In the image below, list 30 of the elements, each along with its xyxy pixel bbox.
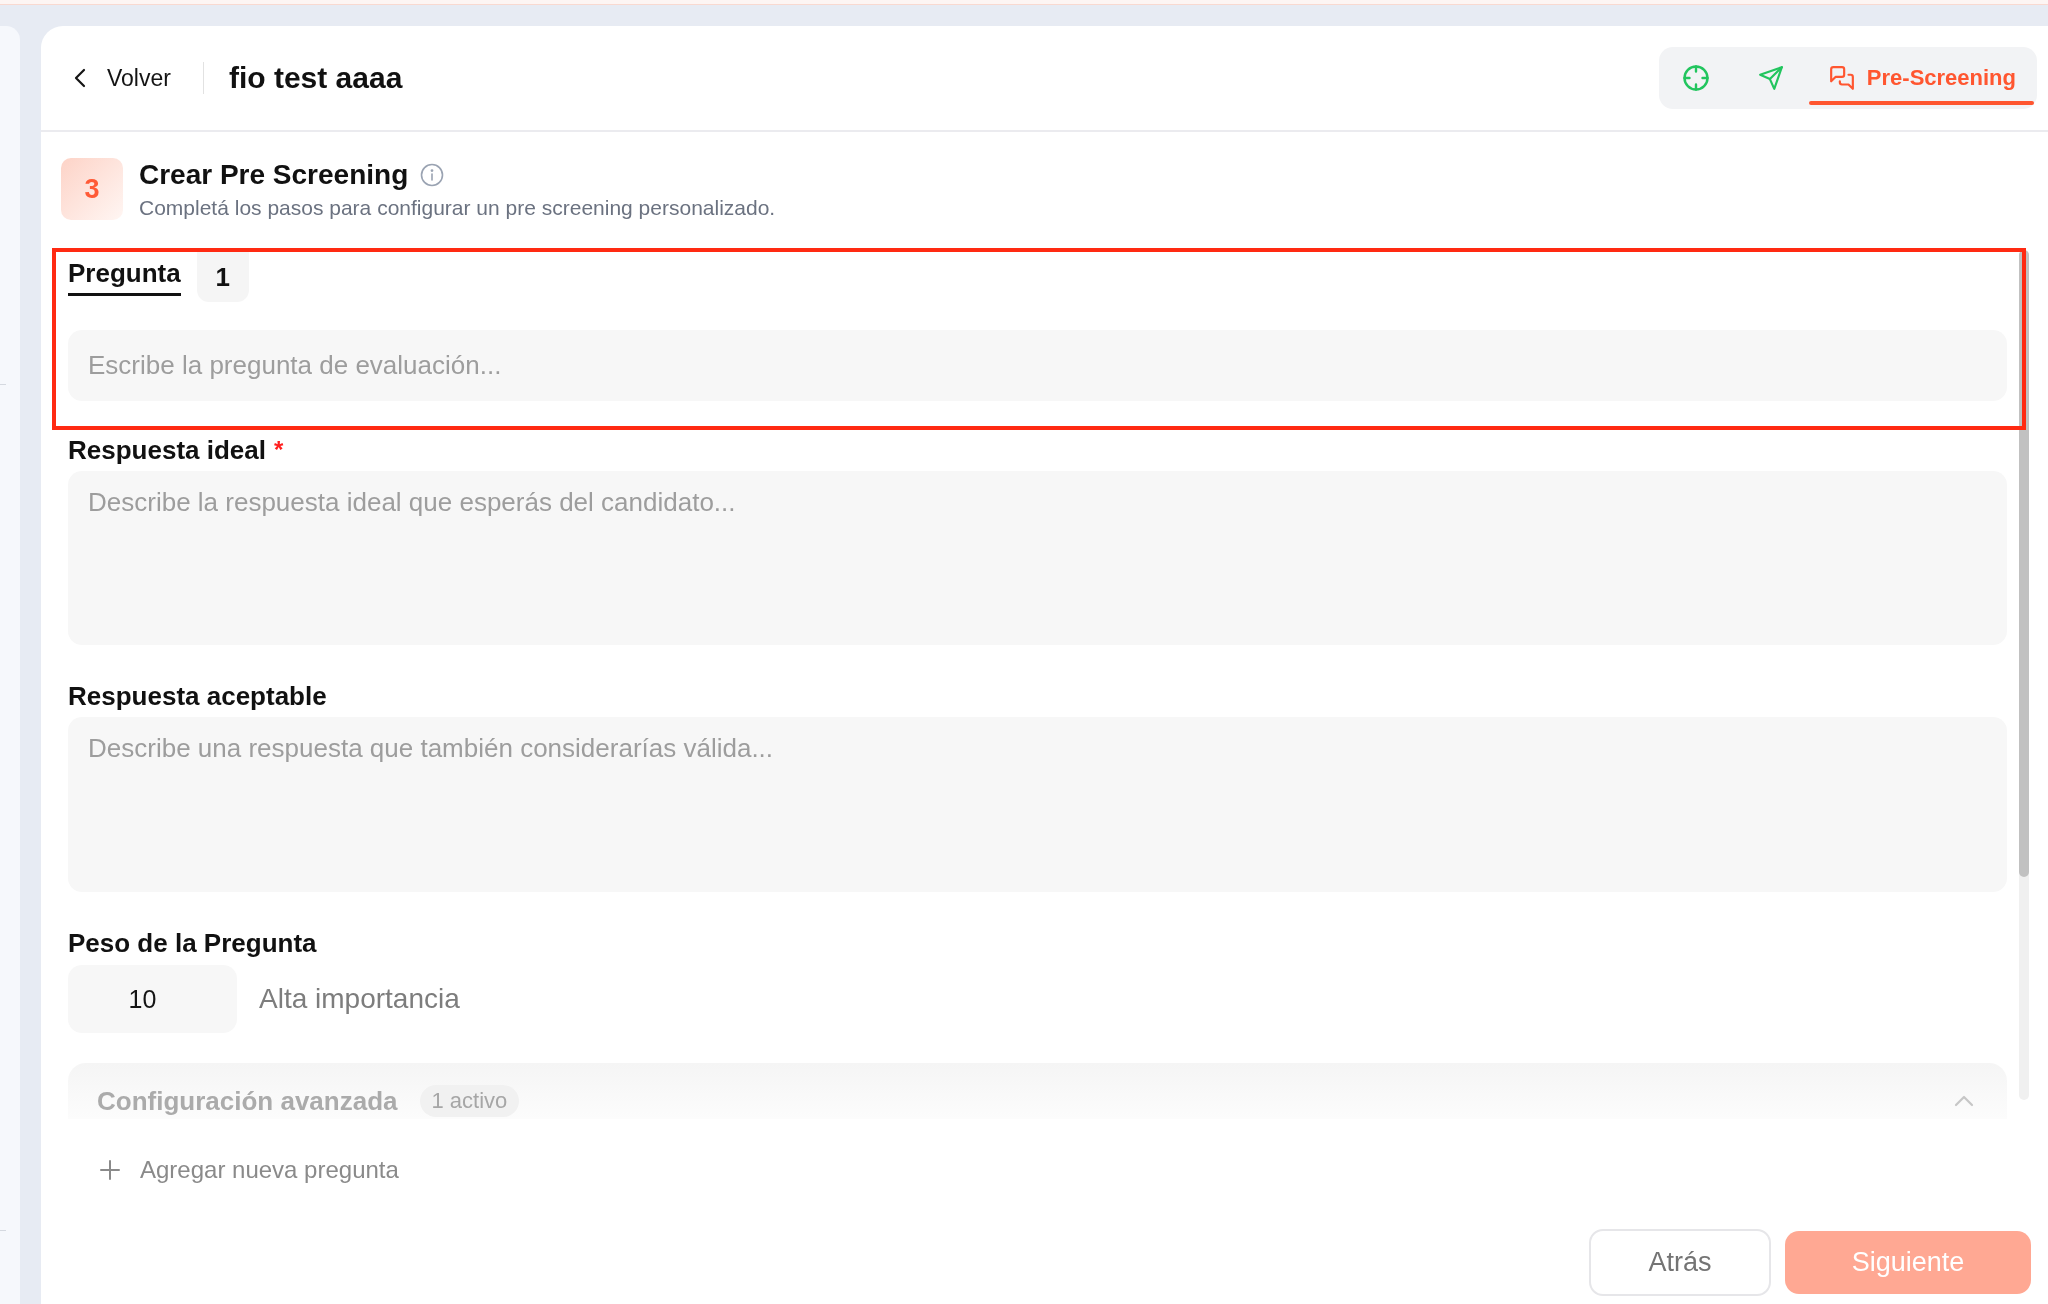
- field-label: Respuesta ideal: [68, 434, 266, 466]
- scrollbar-track[interactable]: [2019, 250, 2029, 1100]
- answer-textarea[interactable]: Describe una respuesta que también considerarías válida...: [68, 717, 2007, 892]
- info-icon[interactable]: [420, 163, 445, 187]
- chevron-up-icon[interactable]: [1954, 1095, 1974, 1107]
- advanced-settings-title: Configuración avanzada: [97, 1085, 398, 1117]
- active-count-badge: 1 activo: [419, 1085, 520, 1117]
- crosshair-icon: [1682, 64, 1711, 92]
- weight-caption: Alta importancia: [259, 983, 460, 1015]
- page-title: fio test aaaa: [228, 61, 403, 95]
- question-tab[interactable]: Pregunta: [68, 252, 181, 296]
- required-mark: *: [274, 436, 284, 464]
- weight-input[interactable]: 10: [68, 965, 237, 1033]
- question-tab[interactable]: 1: [196, 252, 249, 302]
- field-label: Respuesta aceptable: [68, 680, 327, 712]
- paper-plane-icon: [1758, 65, 1785, 91]
- nav-tab[interactable]: Pre-Screening: [1808, 47, 2034, 109]
- section-subtitle: Completá los pasos para configurar un pre screening personalizado.: [139, 195, 776, 221]
- step-badge: 3: [61, 158, 123, 220]
- back-button[interactable]: Volver: [74, 64, 171, 92]
- question-input[interactable]: Escribe la pregunta de evaluación...: [68, 330, 2007, 401]
- plus-icon: [100, 1160, 120, 1180]
- answer-textarea[interactable]: Describe la respuesta ideal que esperás del candidato...: [68, 471, 2007, 645]
- section-title: Crear Pre Screening: [139, 159, 409, 191]
- chat-bubbles-icon: [1828, 65, 1855, 91]
- add-question-button[interactable]: Agregar nueva pregunta: [100, 1153, 399, 1187]
- field-label: Peso de la Pregunta: [68, 927, 317, 959]
- previous-button[interactable]: Atrás: [1589, 1229, 1771, 1296]
- scrollbar-thumb[interactable]: [2019, 250, 2029, 877]
- chevron-left-icon: [74, 68, 86, 88]
